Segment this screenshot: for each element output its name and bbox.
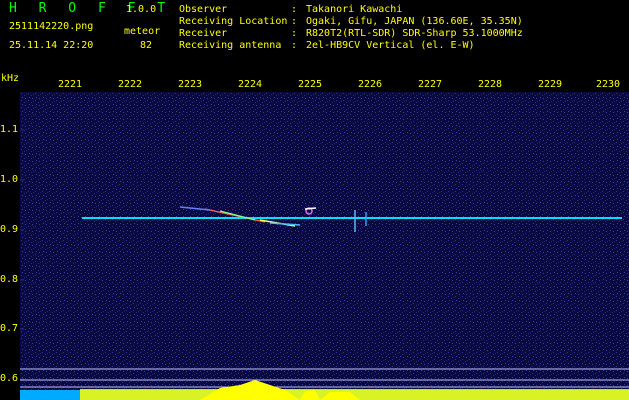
- receiver-separator: :: [291, 28, 298, 39]
- antenna-separator: :: [291, 40, 298, 51]
- x-tick-2228: 2228: [478, 79, 503, 90]
- x-tick-2221: 2221: [58, 79, 83, 90]
- meteor-label: meteor: [124, 26, 161, 37]
- antenna-label: Receiving antenna: [179, 40, 282, 51]
- meteor-count: 82: [140, 40, 153, 51]
- file-name: 2511142220.png: [9, 21, 94, 32]
- location-value: Ogaki, Gifu, JAPAN (136.60E, 35.35N): [306, 16, 523, 27]
- noise-background: [20, 92, 629, 400]
- location-separator: :: [291, 16, 298, 27]
- y-tick-0-9: 0.9: [0, 224, 19, 235]
- receiver-label: Receiver: [179, 28, 228, 39]
- y-tick-0-6: 0.6: [0, 373, 19, 384]
- observer-value: Takanori Kawachi: [306, 4, 403, 15]
- x-tick-2227: 2227: [418, 79, 443, 90]
- x-tick-2224: 2224: [238, 79, 263, 90]
- app-version: 1.0.0: [126, 4, 157, 15]
- x-tick-2229: 2229: [538, 79, 563, 90]
- y-tick-0-7: 0.7: [0, 323, 19, 334]
- y-tick-1-0: 1.0: [0, 174, 19, 185]
- x-tick-2226: 2226: [358, 79, 383, 90]
- x-tick-2222: 2222: [118, 79, 143, 90]
- timestamp: 25.11.14 22:20: [9, 40, 94, 51]
- x-tick-2230: 2230: [596, 79, 621, 90]
- x-tick-2225: 2225: [298, 79, 323, 90]
- y-tick-1-1: 1.1: [0, 124, 19, 135]
- antenna-value: 2el-HB9CV Vertical (el. E-W): [306, 40, 475, 51]
- observer-separator: :: [291, 4, 298, 15]
- receiver-value: R820T2(RTL-SDR) SDR-Sharp 53.1000MHz: [306, 28, 523, 39]
- header-panel: H R O F F T 1.0.0 2511142220.png 25.11.1…: [0, 0, 629, 74]
- y-axis-unit: kHz: [1, 73, 20, 84]
- spectrogram-plot: [20, 92, 629, 400]
- observer-label: Observer: [179, 4, 228, 15]
- y-tick-0-8: 0.8: [0, 274, 19, 285]
- location-label: Receiving Location: [179, 16, 288, 27]
- x-tick-2223: 2223: [178, 79, 203, 90]
